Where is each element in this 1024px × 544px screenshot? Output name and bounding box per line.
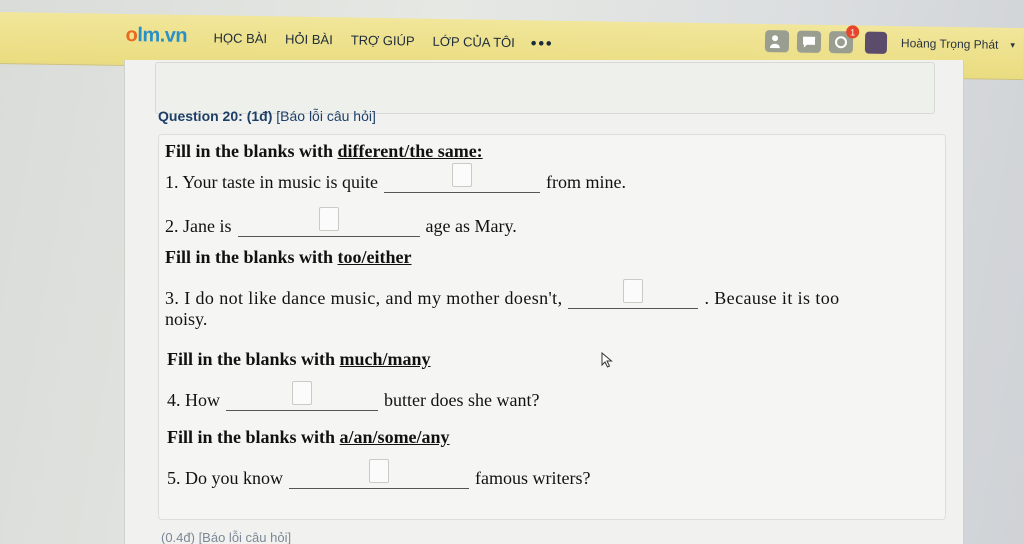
answer-input-2[interactable] xyxy=(318,207,339,231)
notifications-icon[interactable]: 1 xyxy=(828,25,860,54)
previous-question-box xyxy=(155,62,935,114)
item-text-before: 2. Jane is xyxy=(165,216,232,236)
instruction-4: Fill in the blanks with a/an/some/any xyxy=(167,427,450,448)
answer-input-4[interactable] xyxy=(292,381,312,405)
instruction-words: a/an/some/any xyxy=(339,427,450,447)
nav-hoi-bai[interactable]: HỎI BÀI xyxy=(285,31,333,50)
instruction-prefix: Fill in the blanks with xyxy=(167,349,340,369)
question-item-4: 4. How butter does she want? xyxy=(167,381,540,411)
answer-input-5[interactable] xyxy=(369,459,389,483)
messages-icon[interactable] xyxy=(796,30,822,53)
instruction-prefix: Fill in the blanks with xyxy=(165,141,338,161)
next-question-header[interactable]: (0.4đ) [Báo lỗi câu hỏi] xyxy=(161,530,291,544)
user-name[interactable]: Hoàng Trọng Phát xyxy=(901,36,999,52)
question-item-3: 3. I do not like dance music, and my mot… xyxy=(165,279,840,309)
nav-hoc-bai[interactable]: HỌC BÀI xyxy=(213,30,268,49)
item-text-before: 3. I do not like dance music, and my mot… xyxy=(165,288,563,308)
item-text-after: butter does she want? xyxy=(384,390,540,410)
user-menu-caret-icon[interactable]: ▾ xyxy=(1010,39,1015,50)
user-avatar[interactable] xyxy=(864,31,888,54)
item-text-before: 5. Do you know xyxy=(167,468,283,488)
instruction-prefix: Fill in the blanks with xyxy=(167,427,340,447)
nav-more-menu[interactable]: ••• xyxy=(531,35,554,53)
notification-badge: 1 xyxy=(846,25,860,39)
report-error-link[interactable]: [Báo lỗi câu hỏi] xyxy=(276,108,376,124)
item-text-after: famous writers? xyxy=(475,468,591,488)
nav-tro-giup[interactable]: TRỢ GIÚP xyxy=(351,33,415,52)
question-item-2: 2. Jane is age as Mary. xyxy=(165,207,517,237)
answer-blank-2[interactable] xyxy=(237,207,420,237)
instruction-prefix: Fill in the blanks with xyxy=(165,247,338,267)
instruction-2: Fill in the blanks with too/either xyxy=(165,247,412,268)
answer-blank-4[interactable] xyxy=(226,381,378,411)
item-text-wrap: noisy. xyxy=(165,309,208,329)
instruction-words: much/many xyxy=(339,349,431,369)
answer-input-1[interactable] xyxy=(452,163,473,187)
mouse-cursor-icon xyxy=(601,352,613,368)
instruction-words: too/either xyxy=(337,247,412,267)
nav-lop-cua-toi[interactable]: LỚP CỦA TÔI xyxy=(432,34,515,53)
instruction-words: different/the same: xyxy=(337,141,483,161)
user-toolbar: 1 Hoàng Trọng Phát ▾ xyxy=(764,25,1015,56)
question-panel: Question 20: (1đ) [Báo lỗi câu hỏi] Fill… xyxy=(124,60,964,544)
question-points: (1đ) xyxy=(246,108,273,124)
item-text-before: 4. How xyxy=(167,390,220,410)
question-header: Question 20: (1đ) [Báo lỗi câu hỏi] xyxy=(158,108,376,124)
answer-blank-3[interactable] xyxy=(568,279,699,309)
question-label: Question 20: xyxy=(158,108,243,124)
question-item-3-wrap: noisy. xyxy=(165,309,207,330)
item-text-after: from mine. xyxy=(546,172,626,192)
answer-blank-1[interactable] xyxy=(384,163,541,193)
question-content: Fill in the blanks with different/the sa… xyxy=(158,134,946,520)
instruction-1: Fill in the blanks with different/the sa… xyxy=(165,141,483,162)
site-logo[interactable]: olm.vn xyxy=(125,24,187,48)
item-text-before: 1. Your taste in music is quite xyxy=(165,172,379,192)
friends-icon[interactable] xyxy=(764,30,790,53)
answer-blank-5[interactable] xyxy=(289,459,469,489)
item-text-after: age as Mary. xyxy=(425,216,517,236)
answer-input-3[interactable] xyxy=(623,279,644,303)
question-item-5: 5. Do you know famous writers? xyxy=(167,459,591,489)
question-item-1: 1. Your taste in music is quite from min… xyxy=(165,163,626,193)
item-text-after: . Because it is too xyxy=(704,288,840,308)
instruction-3: Fill in the blanks with much/many xyxy=(167,349,431,370)
main-nav: HỌC BÀI HỎI BÀI TRỢ GIÚP LỚP CỦA TÔI ••• xyxy=(213,30,554,53)
